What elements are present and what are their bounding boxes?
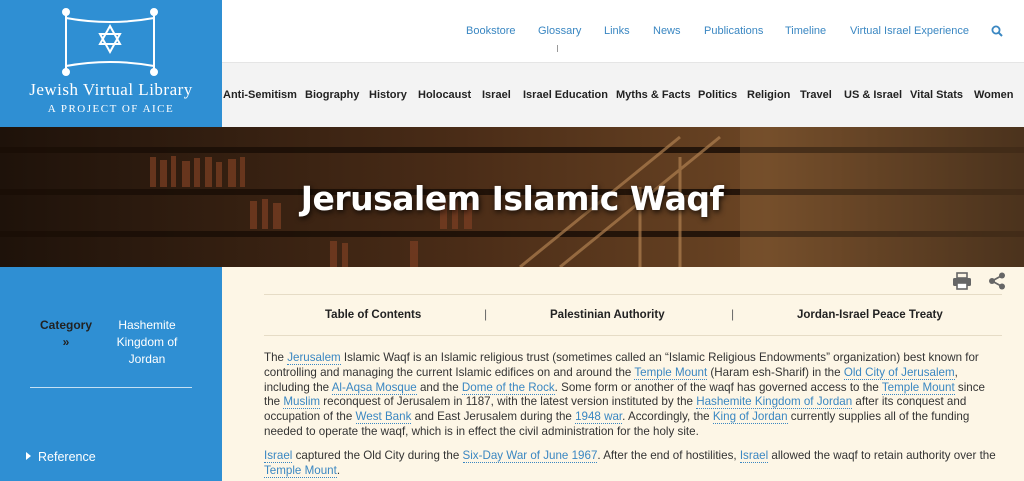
inline-link[interactable]: Temple Mount <box>881 380 955 395</box>
inline-link[interactable]: West Bank <box>355 410 412 425</box>
paragraph-text: and East Jerusalem during the <box>411 410 576 424</box>
page-tools <box>940 272 1006 295</box>
sidebar-divider <box>30 387 192 388</box>
share-icon[interactable] <box>988 272 1006 295</box>
paragraph-text: . Accordingly, the <box>622 410 713 424</box>
inline-link[interactable]: Old City of Jerusalem <box>843 365 955 380</box>
table-of-contents-bar: Table of Contents | Palestinian Authorit… <box>264 294 1002 336</box>
paragraph-text: . After the end of hostilities, <box>597 449 740 462</box>
inline-link[interactable]: Muslim <box>283 395 321 410</box>
inline-link[interactable]: Dome of the Rock <box>461 380 555 395</box>
catnav-politics[interactable]: Politics <box>698 89 737 101</box>
toc-separator: | <box>731 307 735 321</box>
inline-link[interactable]: King of Jordan <box>712 410 788 425</box>
inline-link[interactable]: Six-Day War of June 1967 <box>462 449 598 463</box>
catnav-religion[interactable]: Religion <box>747 89 790 101</box>
nav-bookstore[interactable]: Bookstore <box>466 25 516 37</box>
torah-scroll-icon <box>62 8 158 76</box>
main-content: Table of Contents | Palestinian Authorit… <box>222 267 1024 481</box>
category-navigation: Anti-Semitism Biography History Holocaus… <box>222 62 1024 127</box>
inline-link[interactable]: Al-Aqsa Mosque <box>331 380 417 395</box>
catnav-travel[interactable]: Travel <box>800 89 832 101</box>
toc-palestinian-authority[interactable]: Palestinian Authority <box>550 309 665 321</box>
sidebar: Category » Hashemite Kingdom of Jordan R… <box>0 267 222 481</box>
article-paragraph-1: The Jerusalem Islamic Waqf is an Islamic… <box>264 351 999 440</box>
nav-news[interactable]: News <box>653 25 681 37</box>
catnav-women[interactable]: Women <box>974 89 1014 101</box>
inline-link[interactable]: Jerusalem <box>287 351 341 365</box>
hero-banner: Jerusalem Islamic Waqf <box>0 127 1024 267</box>
inline-link[interactable]: Hashemite Kingdom of Jordan <box>696 395 853 410</box>
inline-link[interactable]: Israel <box>739 449 769 463</box>
catnav-israel-education[interactable]: Israel Education <box>523 89 608 101</box>
catnav-history[interactable]: History <box>369 89 407 101</box>
paragraph-text: reconquest of Jerusalem in 1187, with th… <box>320 395 697 409</box>
toc-jordan-israel-peace-treaty[interactable]: Jordan-Israel Peace Treaty <box>797 309 943 321</box>
print-icon[interactable] <box>952 272 972 295</box>
inline-link[interactable]: Temple Mount <box>634 365 708 380</box>
page-title: Jerusalem Islamic Waqf <box>300 179 724 218</box>
catnav-vital-stats[interactable]: Vital Stats <box>910 89 963 101</box>
sidebar-item-reference[interactable]: Reference <box>26 450 96 464</box>
paragraph-text: (Haram esh-Sharif) in the <box>707 365 844 379</box>
paragraph-text: and the <box>416 380 462 394</box>
top-navigation: Bookstore Glossary Links News Publicatio… <box>222 0 1024 62</box>
nav-virtual-israel-experience[interactable]: Virtual Israel Experience <box>850 25 969 37</box>
inline-link[interactable]: 1948 war <box>575 410 623 425</box>
catnav-israel[interactable]: Israel <box>482 89 511 101</box>
paragraph-text: allowed the waqf to retain authority ove… <box>768 449 996 462</box>
caret-right-icon <box>26 452 31 460</box>
nav-timeline[interactable]: Timeline <box>785 25 826 37</box>
nav-links[interactable]: Links <box>604 25 630 37</box>
glossary-indicator <box>557 45 558 52</box>
category-value[interactable]: Hashemite Kingdom of Jordan <box>110 317 184 368</box>
site-logo[interactable]: Jewish Virtual Library A PROJECT OF AICE <box>0 0 222 127</box>
inline-link[interactable]: Israel <box>264 449 293 463</box>
paragraph-text: . <box>336 463 341 477</box>
article-paragraph-2: Israel captured the Old City during the … <box>264 449 999 479</box>
toc-link[interactable]: Table of Contents <box>325 309 421 321</box>
catnav-biography[interactable]: Biography <box>305 89 359 101</box>
paragraph-text: The <box>264 351 288 364</box>
nav-publications[interactable]: Publications <box>704 25 763 37</box>
sidebar-item-label: Reference <box>38 450 96 464</box>
nav-glossary[interactable]: Glossary <box>538 25 581 37</box>
category-label: Category » <box>39 318 92 349</box>
site-tagline: A PROJECT OF AICE <box>47 103 175 115</box>
catnav-us-israel[interactable]: US & Israel <box>844 89 902 101</box>
site-name: Jewish Virtual Library <box>29 80 193 99</box>
toc-separator: | <box>484 307 488 321</box>
catnav-holocaust[interactable]: Holocaust <box>418 89 471 101</box>
paragraph-text: . Some form or another of the waqf has g… <box>554 380 882 394</box>
paragraph-text: captured the Old City during the <box>292 449 463 462</box>
search-icon[interactable] <box>991 24 1003 42</box>
inline-link[interactable]: Temple Mount <box>264 463 337 478</box>
catnav-myths-facts[interactable]: Myths & Facts <box>616 89 691 101</box>
catnav-anti-semitism[interactable]: Anti-Semitism <box>223 89 297 101</box>
